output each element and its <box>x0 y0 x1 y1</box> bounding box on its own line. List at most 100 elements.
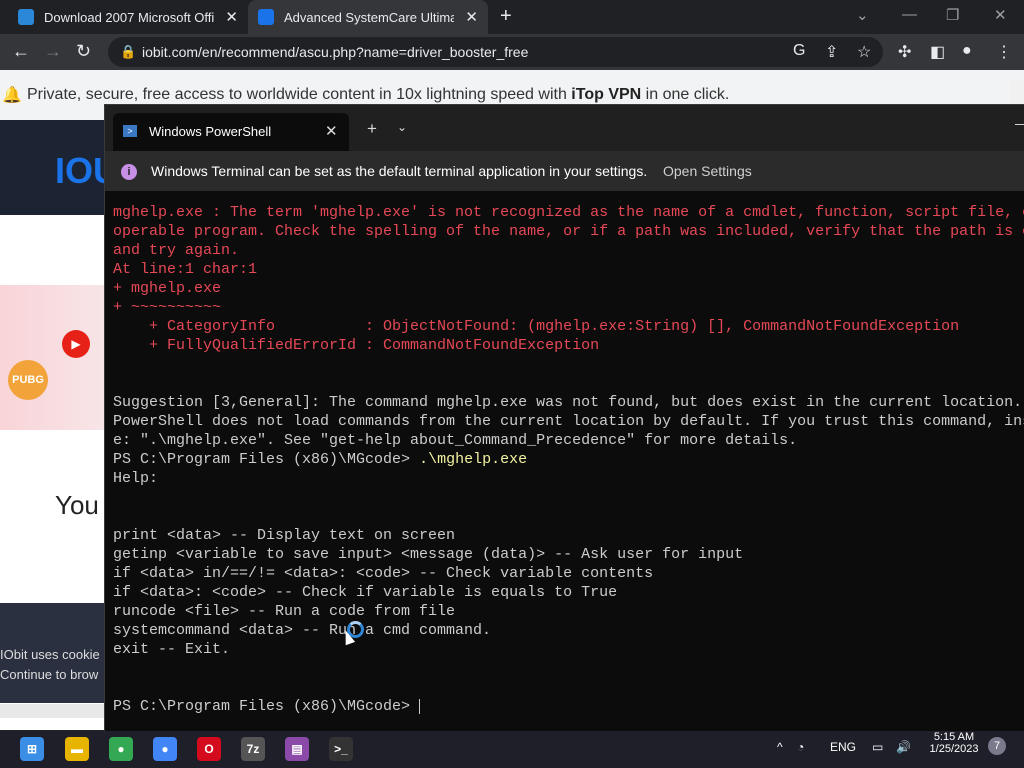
start-taskbar-icon[interactable]: ⊞ <box>20 737 44 761</box>
winrar-taskbar-icon[interactable]: ▤ <box>285 737 309 761</box>
bell-icon: 🔔 <box>2 87 22 104</box>
line-text: exit -- Exit. <box>113 641 231 658</box>
close-window-button[interactable]: ✕ <box>994 6 1007 24</box>
default-terminal-infobar: i Windows Terminal can be set as the def… <box>105 151 1024 191</box>
line-text: mghelp.exe : The term 'mghelp.exe' is no… <box>113 204 1024 221</box>
infobar-message: Windows Terminal can be set as the defau… <box>151 163 648 179</box>
output-line: getinp <variable to save input> <message… <box>113 545 1024 564</box>
google-lens-icon[interactable]: G <box>793 42 805 60</box>
volume-icon[interactable]: 🔊 <box>896 740 911 754</box>
notification-badge[interactable]: 7 <box>988 737 1006 755</box>
back-arrow-icon[interactable]: ← <box>12 41 30 62</box>
profile-avatar-icon[interactable]: ● <box>962 42 972 60</box>
tab-title: Download 2007 Microsoft Office <box>44 9 214 25</box>
powershell-icon: > <box>123 125 137 137</box>
error-line: operable program. Check the spelling of … <box>113 222 1024 241</box>
line-text: operable program. Check the spelling of … <box>113 223 1024 240</box>
horizontal-scrollbar[interactable] <box>0 704 110 718</box>
clock-date: 1/25/2023 <box>929 743 979 755</box>
error-line: mghelp.exe : The term 'mghelp.exe' is no… <box>113 203 1024 222</box>
open-settings-link[interactable]: Open Settings <box>663 163 752 179</box>
close-tab-icon[interactable]: ✕ <box>465 8 478 26</box>
youtube-icon: ▶ <box>62 330 90 358</box>
chrome-taskbar-icon[interactable]: ● <box>109 737 133 761</box>
line-text: + mghelp.exe <box>113 280 222 297</box>
opera-taskbar-icon[interactable]: O <box>197 737 221 761</box>
language-indicator[interactable]: ENG <box>830 740 856 754</box>
error-line: + mghelp.exe <box>113 279 1024 298</box>
error-line: + FullyQualifiedErrorId : CommandNotFoun… <box>113 336 1024 355</box>
browser-tab-strip: Download 2007 Microsoft Office ✕ Advance… <box>0 0 1024 34</box>
7zip-taskbar-icon[interactable]: 7z <box>241 737 265 761</box>
error-line: + ~~~~~~~~~~ <box>113 298 1024 317</box>
prompt-line: PS C:\Program Files (x86)\MGcode> .\mghe… <box>113 450 1024 469</box>
terminal-window: > Windows PowerShell ✕ + ⌄ — i Windows T… <box>104 104 1024 733</box>
address-bar[interactable]: 🔒 iobit.com/en/recommend/ascu.php?name=d… <box>108 37 883 67</box>
promo-suffix: in one click. <box>641 86 730 103</box>
line-text: Help: <box>113 470 159 487</box>
text-cursor <box>419 698 421 714</box>
terminal-output[interactable]: mghelp.exe : The term 'mghelp.exe' is no… <box>113 203 1024 731</box>
terminal-minimize-button[interactable]: — <box>1015 115 1024 131</box>
tray-overflow-icon[interactable]: ^ <box>777 740 783 754</box>
terminal-taskbar-icon[interactable]: >_ <box>329 737 353 761</box>
output-line: PowerShell does not load commands from t… <box>113 412 1024 431</box>
promo-brand[interactable]: iTop VPN <box>571 86 641 103</box>
system-clock[interactable]: 5:15 AM 1/25/2023 <box>924 731 984 755</box>
extensions-icon[interactable]: ✣ <box>898 42 911 62</box>
bookmark-star-icon[interactable]: ☆ <box>857 42 871 62</box>
share-icon[interactable]: ⇪ <box>825 42 838 62</box>
line-text: if <data>: <code> -- Check if variable i… <box>113 584 618 601</box>
info-icon: i <box>121 164 137 180</box>
chrome-menu-icon[interactable]: ⋮ <box>996 42 1012 62</box>
network-icon[interactable]: ◔ <box>797 740 804 754</box>
browser-tab-office[interactable]: Download 2007 Microsoft Office ✕ <box>8 0 248 34</box>
output-line: print <data> -- Display text on screen <box>113 526 1024 545</box>
microsoft-favicon-icon <box>18 9 34 25</box>
display-icon[interactable]: ▭ <box>872 740 883 754</box>
side-panel-icon[interactable]: ◧ <box>930 42 945 62</box>
close-tab-icon[interactable]: ✕ <box>225 8 238 26</box>
file-explorer-taskbar-icon[interactable]: ▬ <box>65 737 89 761</box>
line-text: print <data> -- Display text on screen <box>113 527 456 544</box>
restore-button[interactable]: ❐ <box>946 6 959 24</box>
iobit-favicon-icon <box>258 9 274 25</box>
output-line: Help: <box>113 469 1024 488</box>
cookie-text: IObit uses cookie <box>0 647 100 662</box>
line-text: if <data> in/==/!= <data>: <code> -- Che… <box>113 565 654 582</box>
error-line: At line:1 char:1 <box>113 260 1024 279</box>
line-text: PowerShell does not load commands from t… <box>113 413 1024 430</box>
reload-icon[interactable]: ↻ <box>76 41 91 62</box>
forward-arrow-icon[interactable]: → <box>44 41 62 62</box>
browser-tab-advanced-systemcare[interactable]: Advanced SystemCare Ultimate I ✕ <box>248 0 488 34</box>
line-text: runcode <file> -- Run a code from file <box>113 603 456 620</box>
output-line: if <data> in/==/!= <data>: <code> -- Che… <box>113 564 1024 583</box>
line-text: getinp <variable to save input> <message… <box>113 546 744 563</box>
error-line: + CategoryInfo : ObjectNotFound: (mghelp… <box>113 317 1024 336</box>
terminal-tab-powershell[interactable]: > Windows PowerShell ✕ <box>113 113 349 151</box>
new-terminal-tab-button[interactable]: + <box>367 119 377 139</box>
prompt-line: PS C:\Program Files (x86)\MGcode> <box>113 697 1024 716</box>
promo-text: Private, secure, free access to worldwid… <box>27 86 572 103</box>
command-text: .\mghelp.exe <box>419 451 528 468</box>
close-tab-icon[interactable]: ✕ <box>325 122 338 140</box>
pubg-badge: PUBG <box>8 360 48 400</box>
line-text: At line:1 char:1 <box>113 261 258 278</box>
clock-time: 5:15 AM <box>933 731 975 743</box>
chrome-alt-taskbar-icon[interactable]: ● <box>153 737 177 761</box>
output-line: exit -- Exit. <box>113 640 1024 659</box>
url-text[interactable]: iobit.com/en/recommend/ascu.php?name=dri… <box>142 44 528 60</box>
terminal-dropdown-icon[interactable]: ⌄ <box>397 120 407 134</box>
tab-search-icon[interactable]: ⌄ <box>856 6 869 24</box>
new-tab-button[interactable]: + <box>500 5 512 28</box>
output-line: e: ".\mghelp.exe". See "get-help about_C… <box>113 431 1024 450</box>
lock-icon[interactable]: 🔒 <box>120 44 136 60</box>
output-line: if <data>: <code> -- Check if variable i… <box>113 583 1024 602</box>
minimize-button[interactable]: — <box>902 6 917 23</box>
hero-banner <box>0 285 110 430</box>
